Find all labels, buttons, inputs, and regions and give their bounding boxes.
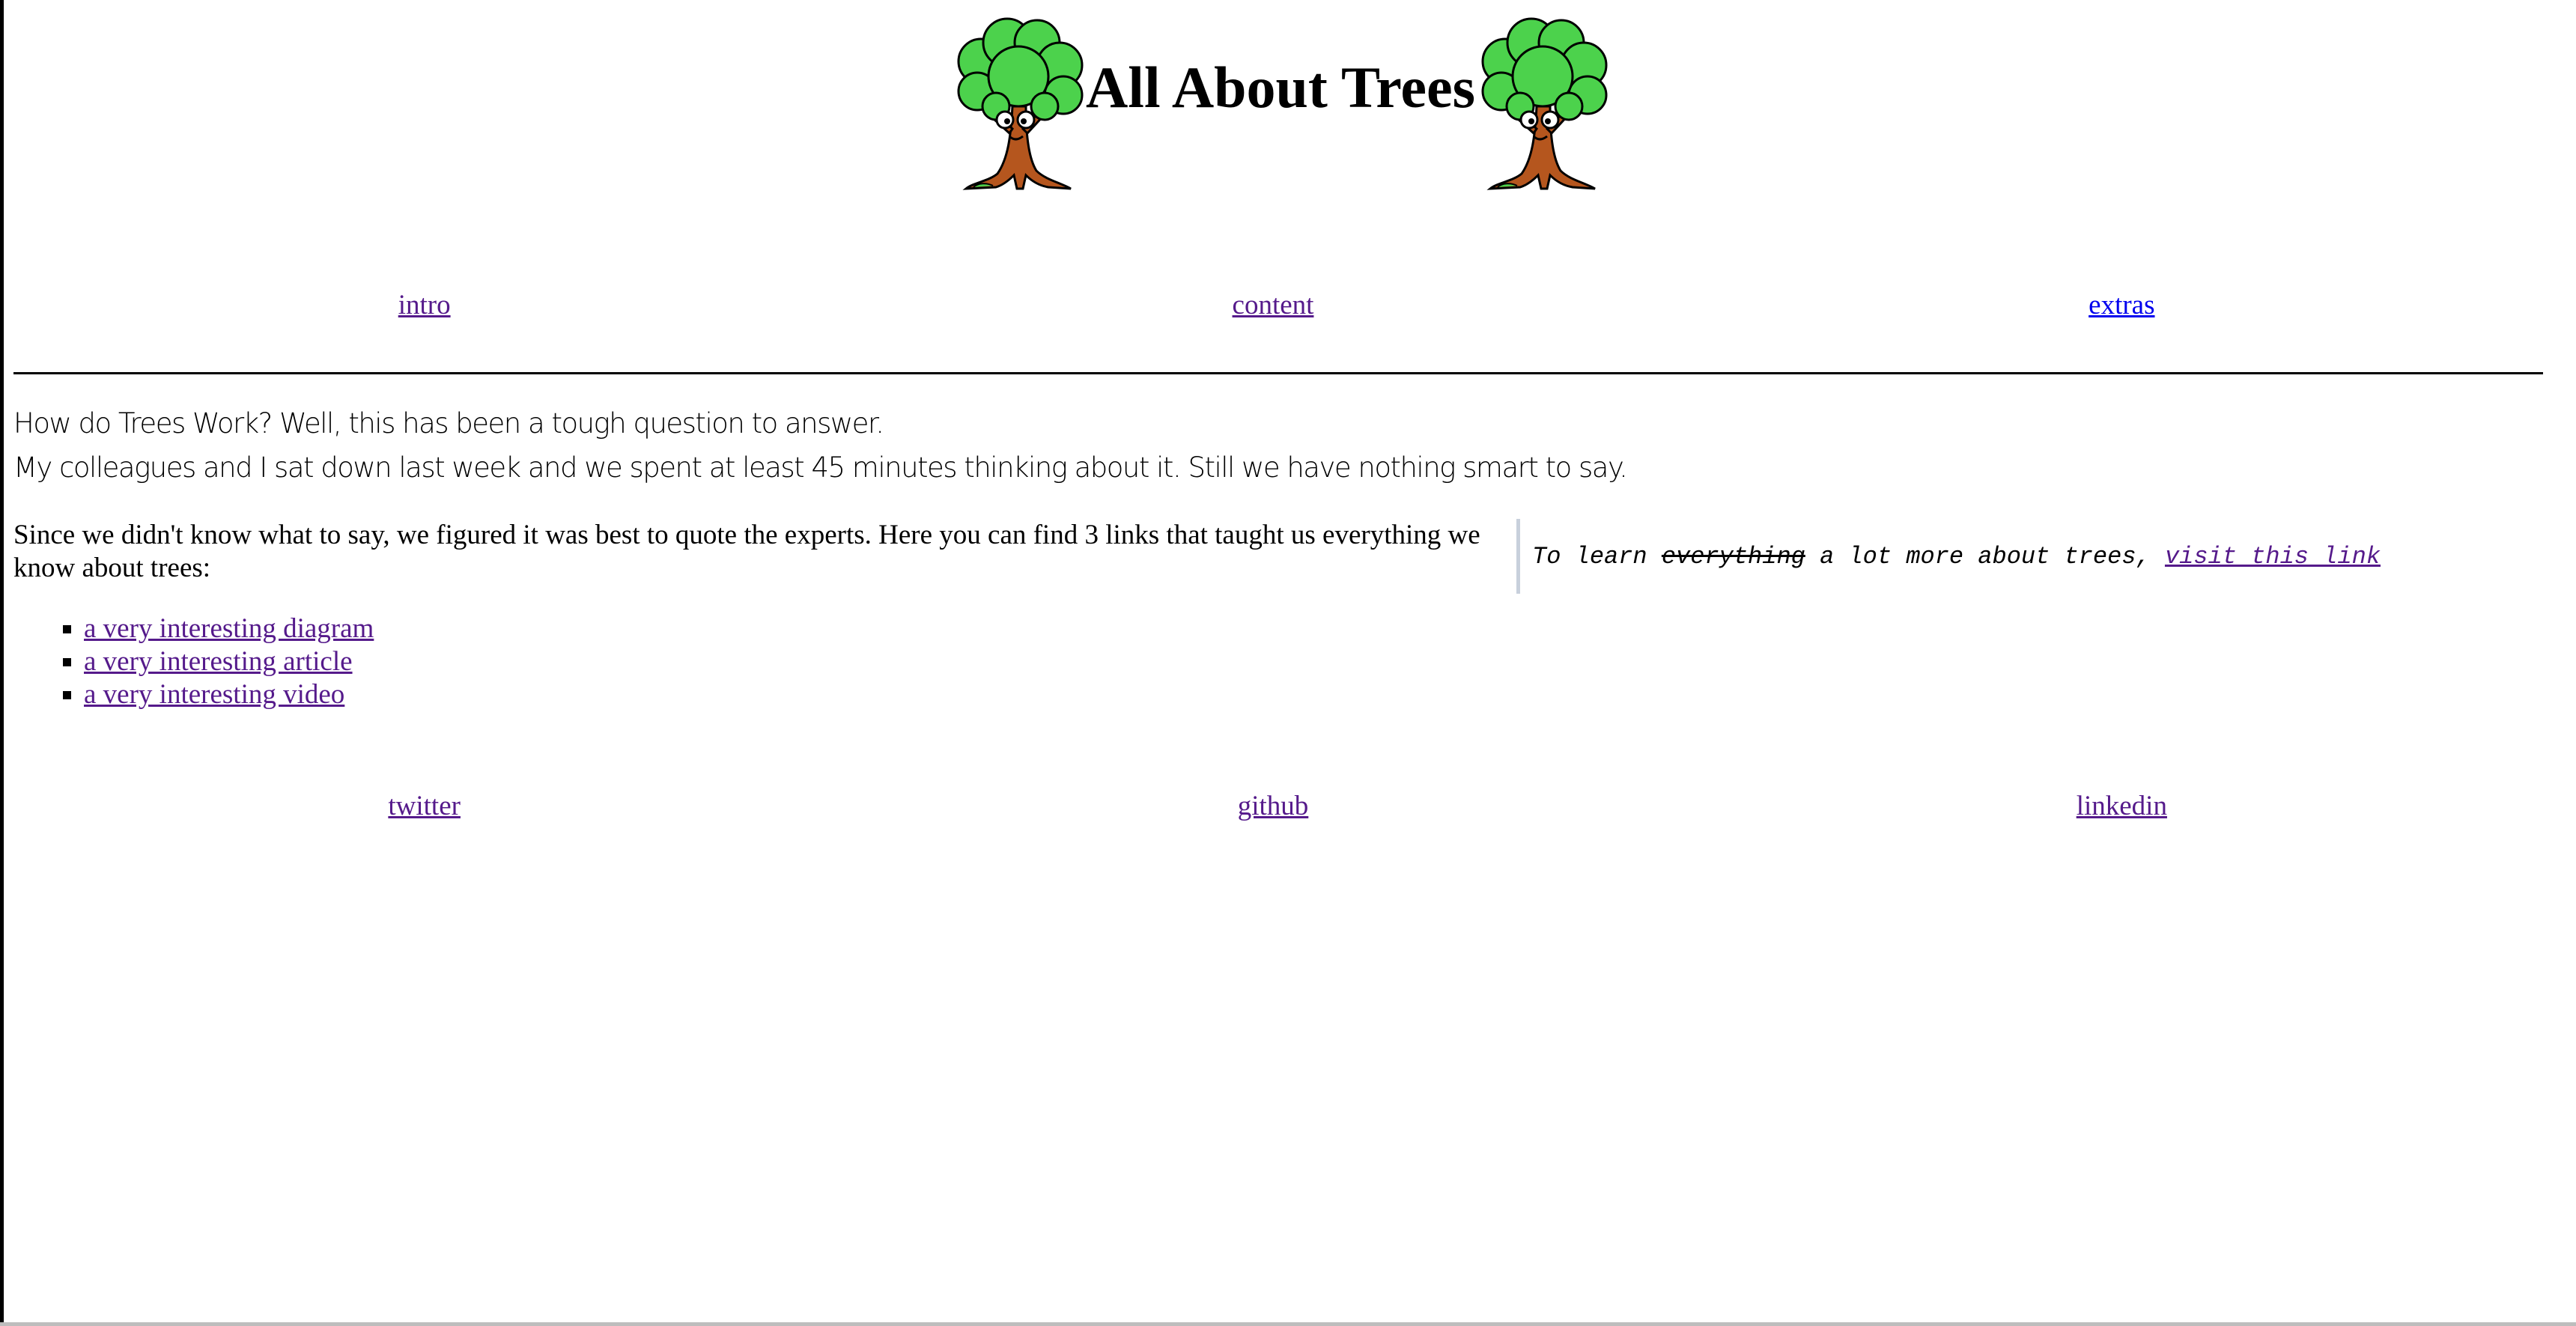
experts-paragraph: Since we didn't know what to say, we fig… (13, 519, 1492, 585)
social-nav: twitter github linkedin (0, 790, 2546, 822)
list-item: a very interesting diagram (84, 612, 374, 645)
window-right-edge (2570, 0, 2576, 1322)
page-header: All About Trees (0, 16, 2561, 192)
list-item: a very interesting video (84, 678, 374, 711)
video-link[interactable]: a very interesting video (84, 679, 344, 710)
quote-prefix: To learn (1532, 542, 1662, 571)
quote-box: To learn everything a lot more about tre… (1516, 519, 2381, 594)
quote-struck-word: everything (1661, 542, 1805, 571)
intro-line-2: My colleagues and I sat down last week a… (13, 451, 1628, 484)
tree-mascot-icon (951, 16, 1086, 192)
intro-line-1: How do Trees Work? Well, this has been a… (13, 407, 884, 440)
page-title: All About Trees (1085, 55, 1476, 120)
intro-text: How do Trees Work? Well, this has been a… (13, 401, 1811, 490)
experts-text: Since we didn't know what to say, we fig… (13, 520, 1480, 583)
resource-list: a very interesting diagram a very intere… (0, 612, 374, 711)
list-item: a very interesting article (84, 645, 374, 678)
nav-link-extras[interactable]: extras (2089, 290, 2154, 320)
twitter-link[interactable]: twitter (388, 791, 461, 821)
visit-link[interactable]: visit this link (2165, 543, 2381, 571)
top-nav: intro content extras (0, 289, 2546, 321)
diagram-link[interactable]: a very interesting diagram (84, 613, 374, 644)
quote-middle: a lot more about trees, (1805, 542, 2165, 571)
nav-link-intro[interactable]: intro (398, 290, 451, 320)
window-bottom-border (0, 1322, 2576, 1326)
quote-text: To learn everything a lot more about tre… (1532, 543, 2381, 571)
tree-mascot-icon (1475, 16, 1610, 192)
linkedin-link[interactable]: linkedin (2077, 791, 2167, 821)
article-link[interactable]: a very interesting article (84, 646, 353, 677)
nav-link-content[interactable]: content (1233, 290, 1314, 320)
horizontal-divider (13, 372, 2543, 374)
github-link[interactable]: github (1238, 791, 1309, 821)
